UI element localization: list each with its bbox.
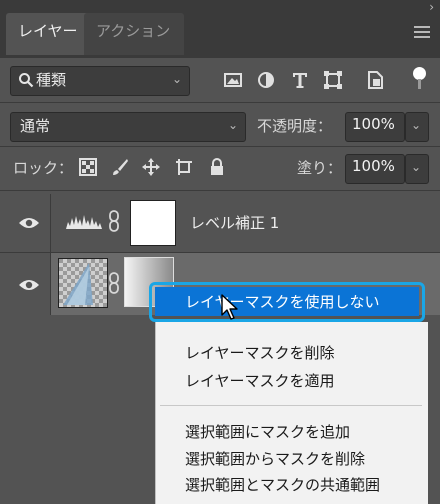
lock-label: ロック： xyxy=(13,159,74,177)
layer-name[interactable]: レベル補正 1 xyxy=(190,212,279,233)
lock-position-icon[interactable] xyxy=(141,157,161,177)
divider xyxy=(0,146,440,147)
smart-object-filter-icon[interactable] xyxy=(364,69,386,91)
shape-layer-filter-icon[interactable] xyxy=(322,69,344,91)
lock-transparent-pixels-icon[interactable] xyxy=(78,157,98,177)
chevron-down-icon: ⌄ xyxy=(172,72,183,86)
filter-kind-label: 種類 xyxy=(36,71,67,89)
lock-artboard-icon[interactable] xyxy=(174,157,194,177)
pixel-layer-filter-icon[interactable] xyxy=(222,69,244,91)
levels-histogram-icon xyxy=(66,215,102,229)
fill-value: 100% xyxy=(352,157,395,175)
context-menu-item-intersect-mask-with-selection[interactable]: 選択範囲とマスクの共通範囲 xyxy=(185,474,380,495)
eye-icon[interactable] xyxy=(18,278,40,292)
opacity-value: 100% xyxy=(352,115,395,133)
search-icon xyxy=(19,73,34,88)
type-layer-filter-icon[interactable] xyxy=(289,69,311,91)
layer-image-thumbnail[interactable] xyxy=(58,258,108,308)
blend-mode-value: 通常 xyxy=(20,117,51,135)
lock-image-pixels-icon[interactable] xyxy=(110,157,130,177)
chain-link-icon[interactable] xyxy=(108,272,120,294)
context-menu-item-add-mask-to-selection[interactable]: 選択範囲にマスクを追加 xyxy=(185,421,350,442)
context-menu-item-apply-mask[interactable]: レイヤーマスクを適用 xyxy=(185,370,335,391)
chevron-down-icon: ⌄ xyxy=(411,118,422,132)
chain-link-icon[interactable] xyxy=(108,210,120,232)
eye-icon[interactable] xyxy=(18,216,40,230)
adjustment-layer-filter-icon[interactable] xyxy=(255,69,277,91)
panel-collapse-icon[interactable]: › xyxy=(429,0,434,14)
chevron-down-icon: ⌄ xyxy=(411,160,422,174)
tab-actions[interactable]: アクション xyxy=(84,13,184,55)
layer-mask-thumbnail[interactable] xyxy=(130,200,176,246)
highlight-callout xyxy=(149,282,425,322)
filter-toggle-stem xyxy=(418,79,421,89)
context-menu-item-delete-mask[interactable]: レイヤーマスクを削除 xyxy=(185,342,335,363)
chevron-down-icon: ⌄ xyxy=(228,118,239,132)
lock-all-icon[interactable] xyxy=(207,157,227,177)
divider xyxy=(0,102,440,103)
menu-separator xyxy=(160,405,422,406)
context-menu-item-subtract-mask-from-selection[interactable]: 選択範囲からマスクを削除 xyxy=(185,448,365,469)
opacity-label: 不透明度： xyxy=(257,117,333,135)
divider xyxy=(0,190,440,191)
fill-label: 塗り： xyxy=(297,159,343,177)
mouse-cursor-icon xyxy=(221,294,238,320)
panel-menu-icon[interactable] xyxy=(414,26,430,38)
